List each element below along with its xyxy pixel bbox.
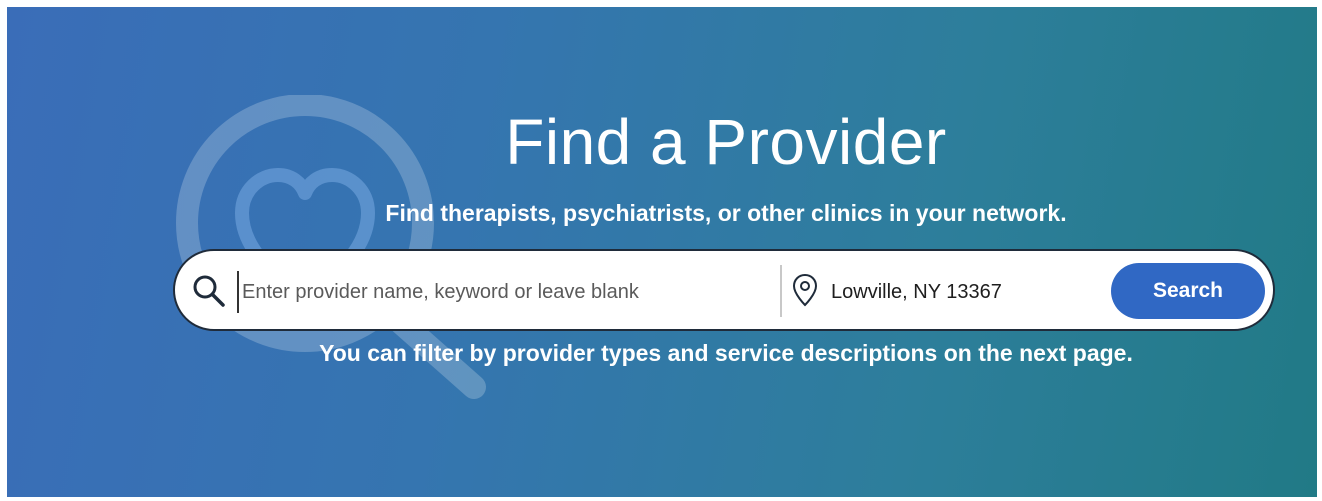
provider-search-bar: Search [173,249,1275,331]
page-subtitle: Find therapists, psychiatrists, or other… [385,200,1067,226]
search-button[interactable]: Search [1111,263,1265,319]
page-title: Find a Provider [505,106,947,178]
search-divider [780,265,782,317]
map-pin-icon [792,273,818,307]
find-provider-hero: Find a Provider Find therapists, psychia… [7,7,1317,497]
location-input[interactable] [829,271,1103,313]
provider-keyword-input[interactable] [237,271,784,313]
filter-hint-text: You can filter by provider types and ser… [319,340,1133,366]
search-icon [193,275,225,307]
